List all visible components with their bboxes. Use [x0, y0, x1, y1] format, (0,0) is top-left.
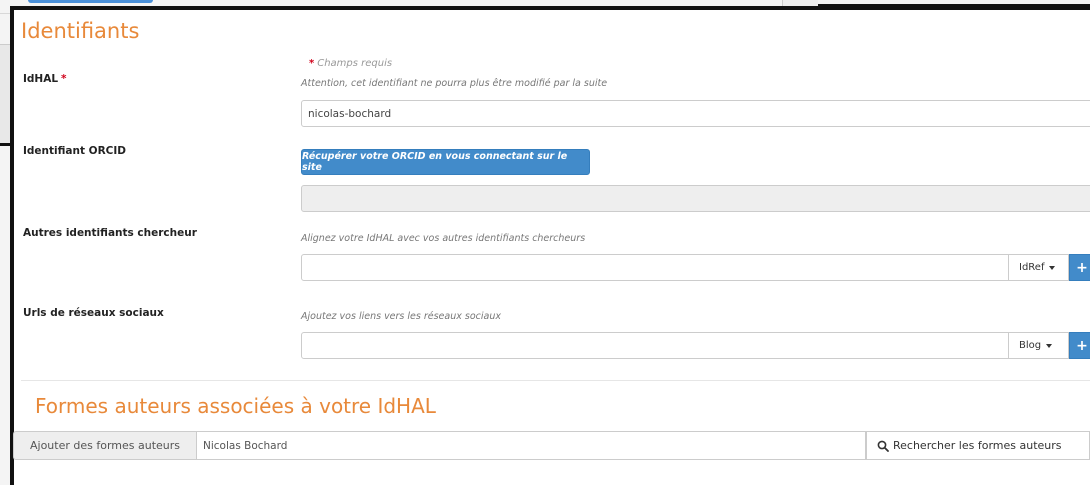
- idhal-help: Attention, cet identifiant ne pourra plu…: [301, 78, 608, 89]
- autres-identifiants-label: Autres identifiants chercheur: [23, 227, 197, 239]
- reseaux-sociaux-help: Ajoutez vos liens vers les réseaux socia…: [301, 311, 501, 322]
- required-note-text: Champs requis: [317, 58, 393, 69]
- reseaux-sociaux-input[interactable]: [301, 332, 1009, 359]
- idref-dropdown-label: IdRef: [1019, 262, 1045, 273]
- chevron-down-icon: [1049, 265, 1056, 270]
- idref-dropdown[interactable]: IdRef: [1009, 254, 1069, 281]
- add-identifiant-button[interactable]: +: [1069, 254, 1090, 281]
- idhal-required-star: *: [61, 73, 67, 85]
- autres-identifiants-help: Alignez votre IdHAL avec vos autres iden…: [301, 233, 586, 244]
- background-active-tab: [28, 0, 153, 3]
- idhal-label-text: IdHAL: [23, 73, 59, 85]
- reseaux-sociaux-label: Urls de réseaux sociaux: [23, 307, 164, 319]
- search-formes-auteurs-button[interactable]: Rechercher les formes auteurs: [866, 431, 1090, 460]
- blog-dropdown[interactable]: Blog: [1009, 332, 1069, 359]
- orcid-label: Identifiant ORCID: [23, 145, 126, 157]
- orcid-connect-button[interactable]: Récupérer votre ORCID en vous connectant…: [301, 149, 590, 175]
- formes-auteurs-input[interactable]: Nicolas Bochard: [196, 431, 866, 460]
- required-note: * Champs requis: [309, 58, 392, 69]
- identifiants-panel: Identifiants * Champs requis IdHAL * Atten…: [10, 6, 1090, 485]
- formes-auteurs-title: Formes auteurs associées à votre IdHAL: [35, 394, 436, 418]
- section-divider: [21, 380, 1090, 381]
- idhal-label: IdHAL *: [23, 73, 67, 85]
- search-formes-auteurs-label: Rechercher les formes auteurs: [893, 439, 1062, 452]
- idhal-input[interactable]: nicolas-bochard: [301, 100, 1090, 127]
- orcid-input: [301, 185, 1090, 212]
- chevron-down-icon: [1046, 343, 1053, 348]
- add-formes-auteurs-label: Ajouter des formes auteurs: [13, 431, 196, 460]
- search-icon: [877, 440, 889, 452]
- identifiants-title: Identifiants: [21, 19, 140, 43]
- add-reseau-button[interactable]: +: [1069, 332, 1090, 359]
- blog-dropdown-label: Blog: [1019, 340, 1042, 351]
- required-star: *: [309, 58, 315, 69]
- autres-identifiants-input[interactable]: [301, 254, 1009, 281]
